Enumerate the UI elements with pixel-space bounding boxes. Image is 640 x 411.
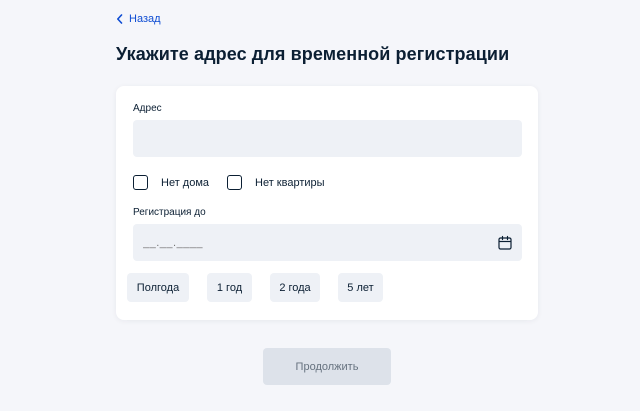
no-house-checkbox-box[interactable] bbox=[133, 175, 148, 190]
back-link-label: Назад bbox=[129, 13, 161, 25]
checkbox-row: Нет дома Нет квартиры bbox=[133, 175, 337, 190]
address-input[interactable] bbox=[133, 120, 522, 157]
page-title: Укажите адрес для временной регистрации bbox=[116, 44, 510, 64]
period-chip-5-years[interactable]: 5 лет bbox=[338, 273, 383, 302]
calendar-icon[interactable] bbox=[497, 235, 513, 251]
period-chip-1-year[interactable]: 1 год bbox=[207, 273, 252, 302]
no-house-checkbox[interactable]: Нет дома bbox=[133, 175, 209, 190]
no-apartment-checkbox[interactable]: Нет квартиры bbox=[227, 175, 325, 190]
address-label: Адрес bbox=[133, 103, 162, 114]
no-apartment-checkbox-box[interactable] bbox=[227, 175, 243, 190]
back-link[interactable]: Назад bbox=[116, 11, 161, 27]
form-card: Адрес Нет дома Нет квартиры Регистрация … bbox=[116, 86, 538, 320]
continue-button[interactable]: Продолжить bbox=[263, 348, 391, 385]
no-house-checkbox-label: Нет дома bbox=[161, 176, 210, 189]
period-chips: Полгода 1 год 2 года 5 лет bbox=[127, 273, 401, 302]
registration-until-label: Регистрация до bbox=[133, 207, 206, 218]
period-chip-2-years[interactable]: 2 года bbox=[270, 273, 320, 302]
registration-date-input[interactable] bbox=[133, 224, 522, 261]
chevron-left-icon bbox=[116, 14, 123, 24]
no-apartment-checkbox-label: Нет квартиры bbox=[255, 176, 325, 189]
period-chip-half-year[interactable]: Полгода bbox=[127, 273, 189, 302]
page: Назад Укажите адрес для временной регист… bbox=[0, 0, 640, 411]
